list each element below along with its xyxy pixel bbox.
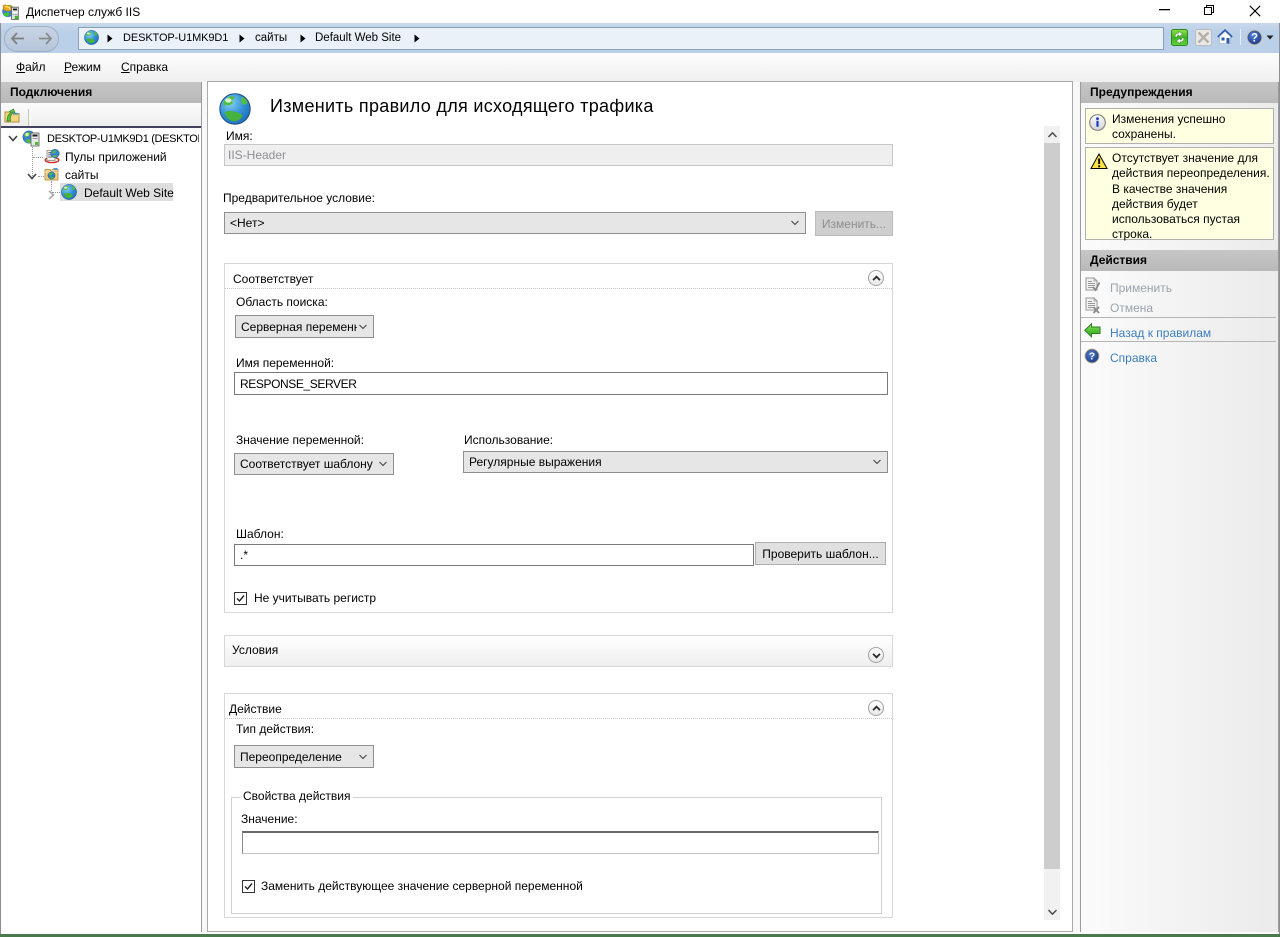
svg-text:?: ?: [1089, 351, 1095, 363]
svg-text:?: ?: [1251, 33, 1258, 45]
